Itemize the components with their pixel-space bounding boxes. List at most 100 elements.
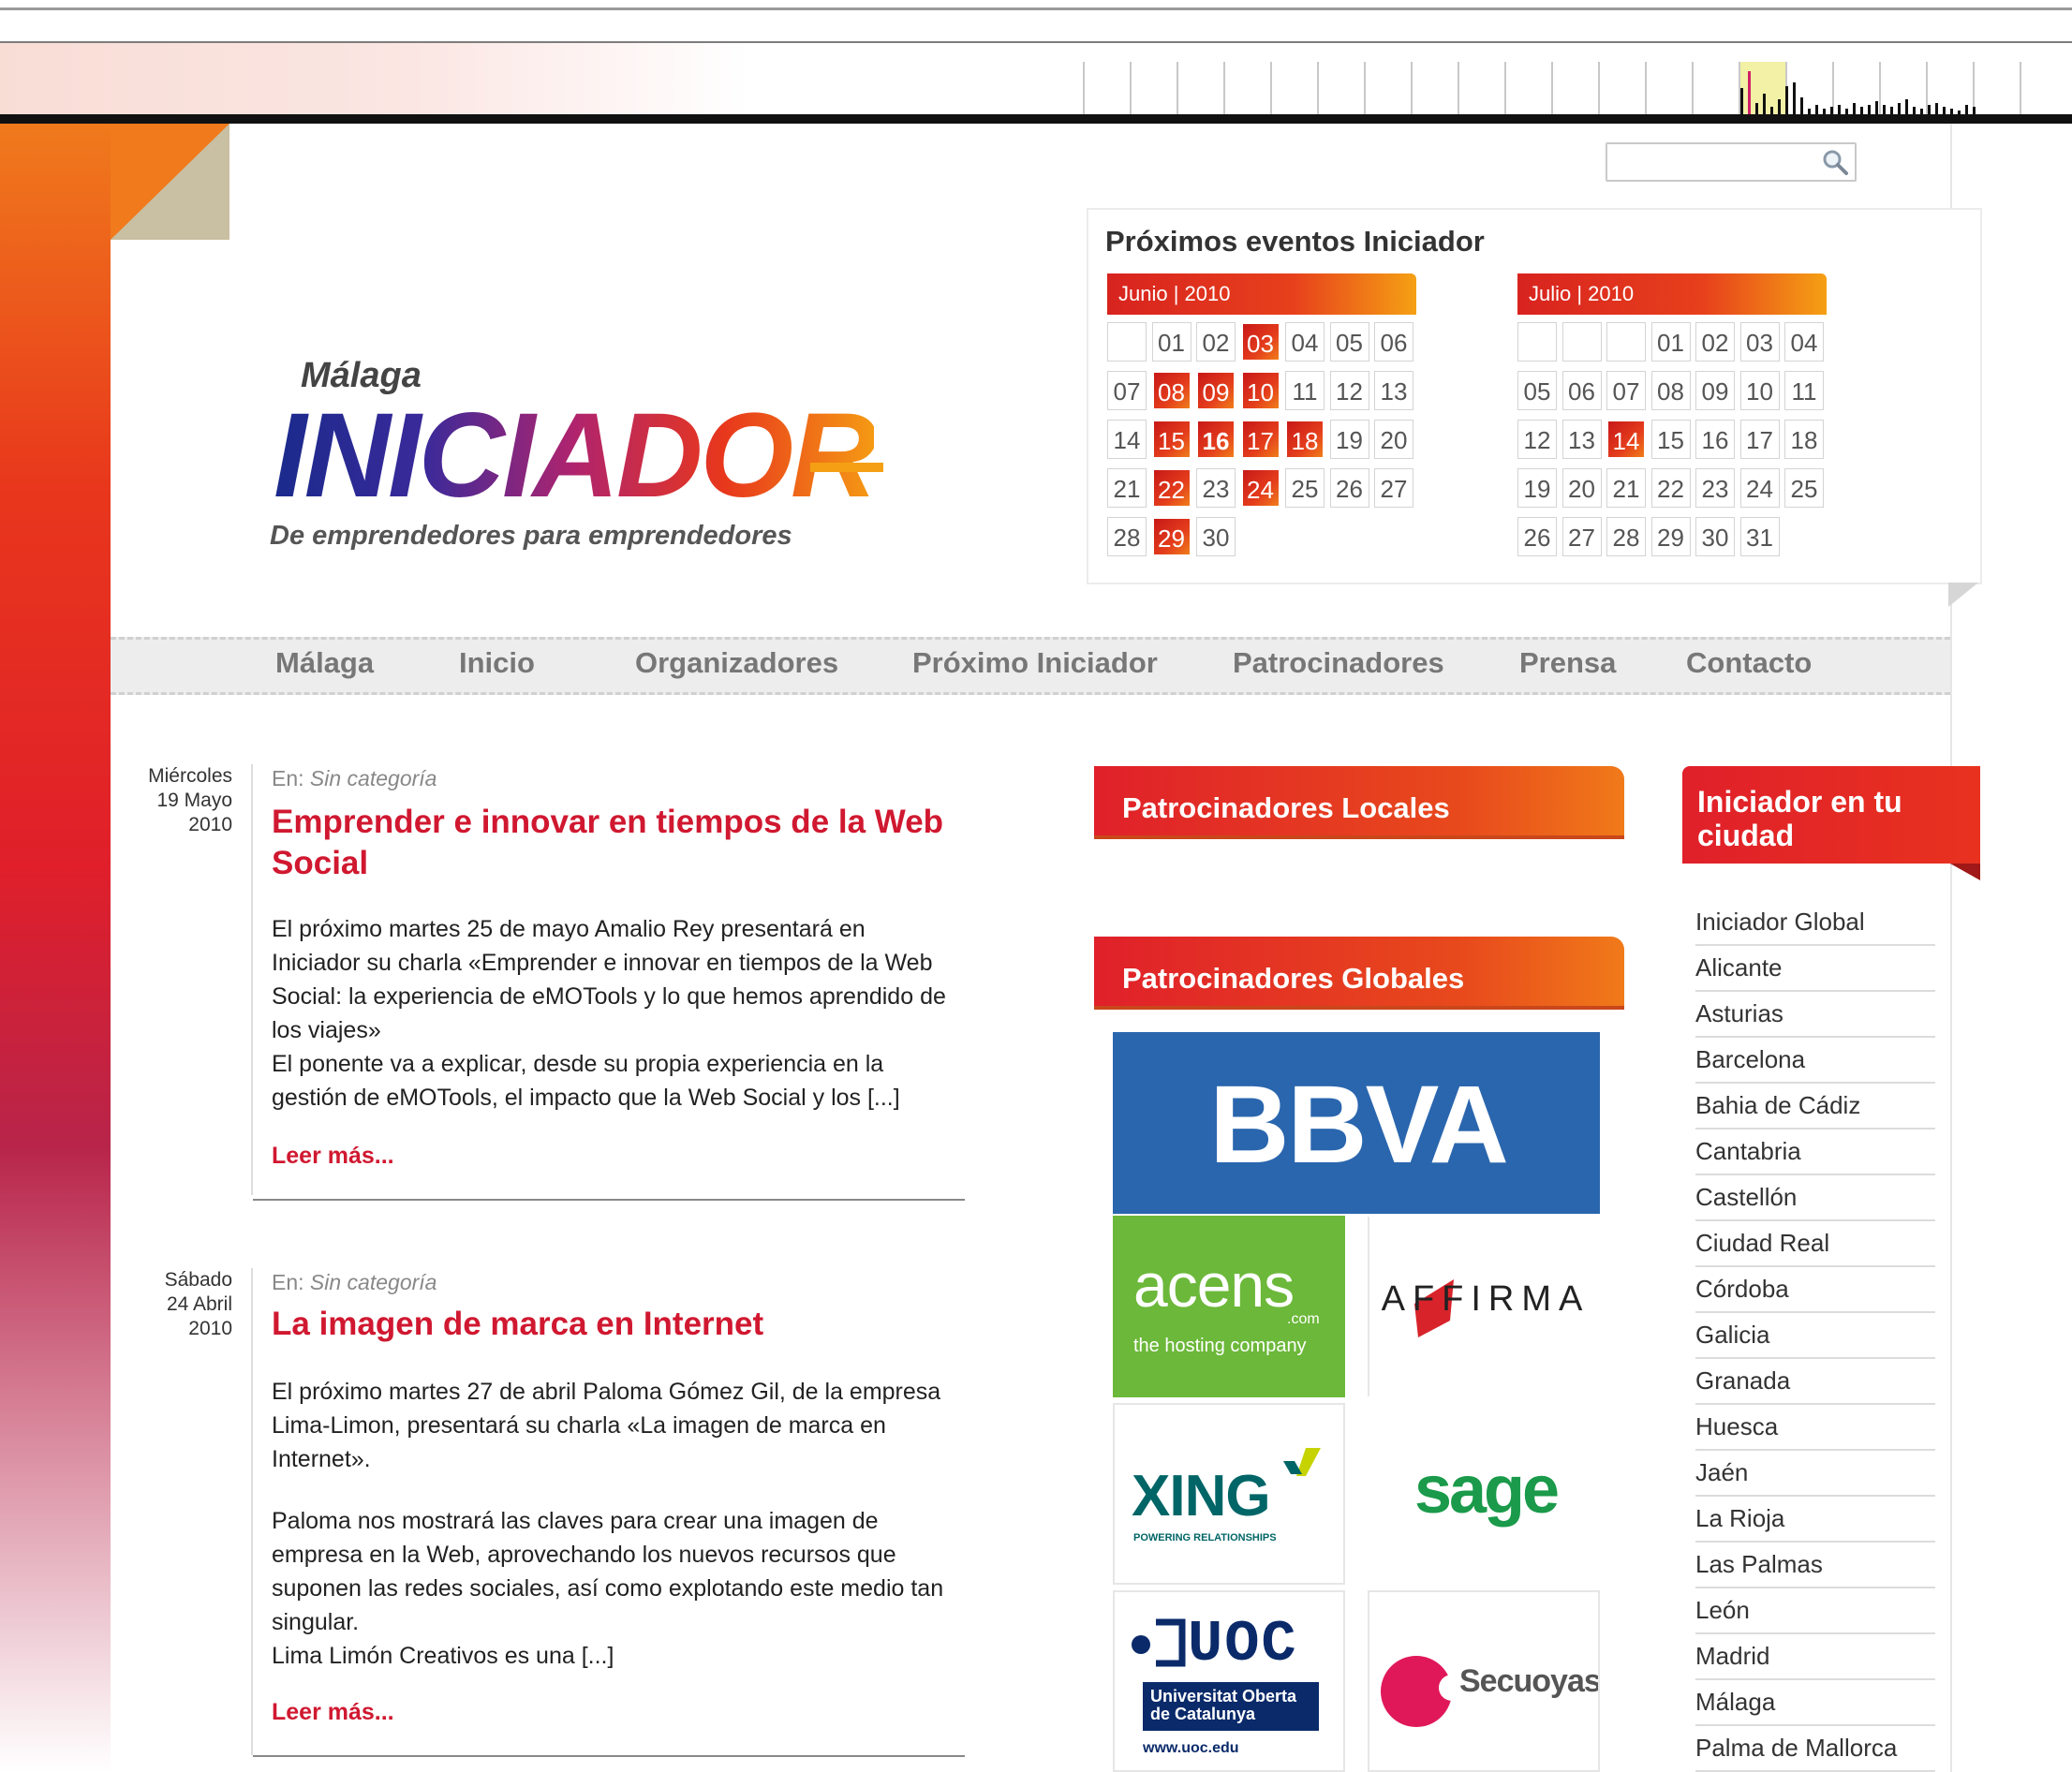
sage-logo[interactable]: sage <box>1368 1403 1600 1585</box>
calendar-event-day[interactable]: 03 <box>1240 322 1280 362</box>
sparkline-bar <box>1898 103 1901 114</box>
nav-item-organizadores[interactable]: Organizadores <box>635 642 838 684</box>
nav-item-inicio[interactable]: Inicio <box>459 642 535 684</box>
calendar-header: Junio | 2010 <box>1107 273 1416 315</box>
city-link[interactable]: Málaga <box>1695 1679 1935 1726</box>
sparkline-bar <box>1905 99 1908 114</box>
acens-logo[interactable]: acens .com the hosting company <box>1113 1216 1345 1397</box>
calendar-day: 31 <box>1739 517 1780 556</box>
post-divider <box>251 1268 253 1755</box>
sparkline-bar <box>1793 82 1796 114</box>
city-link[interactable]: Barcelona <box>1695 1037 1935 1084</box>
calendar-event-day[interactable]: 17 <box>1240 420 1280 459</box>
city-link[interactable]: Madrid <box>1695 1633 1935 1680</box>
sparkline-bar <box>1935 103 1938 114</box>
calendar-day: 04 <box>1285 322 1325 362</box>
calendar-event-day[interactable]: 22 <box>1151 468 1191 508</box>
toolbar-line <box>0 7 2072 10</box>
city-link[interactable]: Asturias <box>1695 991 1935 1038</box>
calendar-empty-cell <box>1561 322 1602 362</box>
calendar-event-day[interactable]: 09 <box>1196 371 1236 410</box>
uoc-name-box: Universitat Oberta de Catalunya <box>1143 1682 1319 1731</box>
uoc-name-2: de Catalunya <box>1150 1705 1256 1723</box>
sparkline-bar <box>1755 103 1758 114</box>
secuoyas-logo[interactable]: Secuoyas <box>1368 1590 1600 1772</box>
nav-item-contacto[interactable]: Contacto <box>1686 642 1812 684</box>
calendar-event-day[interactable]: 15 <box>1151 420 1191 459</box>
calendar-day: 06 <box>1374 322 1413 362</box>
sparkline-bar <box>1875 101 1878 114</box>
post-category-link[interactable]: Sin categoría <box>310 1270 437 1294</box>
calendar-day: 02 <box>1196 322 1236 362</box>
post-excerpt: El próximo martes 25 de mayo Amalio Rey … <box>272 912 946 1115</box>
nav-item-prensa[interactable]: Prensa <box>1519 642 1616 684</box>
search-input[interactable] <box>1613 146 1813 178</box>
sparkline-bar <box>1838 105 1841 114</box>
calendar-day: 02 <box>1695 322 1735 362</box>
search-icon[interactable] <box>1821 148 1849 176</box>
affirma-logo[interactable]: AFFIRMA <box>1368 1216 1600 1397</box>
logo-wordmark[interactable]: INICIADOR <box>274 395 877 517</box>
city-link[interactable]: Huesca <box>1695 1404 1935 1451</box>
city-link[interactable]: Córdoba <box>1695 1266 1935 1313</box>
calendar-day: 21 <box>1107 468 1147 508</box>
calendar-day: 25 <box>1285 468 1325 508</box>
events-title: Próximos eventos Iniciador <box>1105 225 1485 258</box>
city-link[interactable]: Palma de Mallorca <box>1695 1725 1935 1772</box>
city-link[interactable]: Ciudad Real <box>1695 1220 1935 1267</box>
calendar-day: 08 <box>1650 371 1691 410</box>
sparkline-bar <box>1830 107 1833 114</box>
uoc-logo[interactable]: UOC Universitat Oberta de Catalunya www.… <box>1113 1590 1345 1772</box>
sparkline-bar <box>1853 103 1856 114</box>
city-link[interactable]: Galicia <box>1695 1312 1935 1359</box>
city-link[interactable]: Jaén <box>1695 1450 1935 1497</box>
city-link[interactable]: Bahia de Cádiz <box>1695 1083 1935 1130</box>
read-more-link[interactable]: Leer más... <box>272 1699 394 1726</box>
city-link[interactable]: Granada <box>1695 1358 1935 1405</box>
city-link[interactable]: La Rioja <box>1695 1496 1935 1543</box>
calendar-day: 18 <box>1784 420 1824 459</box>
calendar-event-day[interactable]: 14 <box>1606 420 1646 459</box>
calendar-day: 19 <box>1517 468 1557 508</box>
calendar-july: Julio | 2010 01 02 03 04 05 06 07 08 09 10 11 12 13 1… <box>1517 273 1827 556</box>
sparkline-bar <box>1785 86 1788 114</box>
nav-item-patrocinadores[interactable]: Patrocinadores <box>1233 642 1444 684</box>
calendar-event-day[interactable]: 29 <box>1151 517 1191 556</box>
nav-item-proximo-iniciador[interactable]: Próximo Iniciador <box>912 642 1158 684</box>
timeline-sparkline[interactable] <box>1740 62 2021 114</box>
post-year: 2010 <box>188 814 232 835</box>
calendar-day: 05 <box>1517 371 1557 410</box>
calendar-june: Junio | 2010 01 02 03 04 05 06 07 08 09 10 11 12 13 1… <box>1107 273 1416 556</box>
timeline-tick <box>1364 62 1366 114</box>
calendar-header: Julio | 2010 <box>1517 273 1827 315</box>
calendar-day: 13 <box>1374 371 1413 410</box>
xing-x-icon <box>1283 1448 1321 1476</box>
city-link[interactable]: Las Palmas <box>1695 1542 1935 1588</box>
post-weekday: Sábado <box>164 1269 232 1291</box>
read-more-link[interactable]: Leer más... <box>272 1143 394 1170</box>
post-category-link[interactable]: Sin categoría <box>310 766 437 790</box>
sparkline-bar <box>1890 107 1893 114</box>
post-title[interactable]: Emprender e innovar en tiempos de la Web… <box>272 802 946 884</box>
calendar-event-day[interactable]: 24 <box>1240 468 1280 508</box>
timeline-tick <box>1177 62 1178 114</box>
calendar-event-day[interactable]: 10 <box>1240 371 1280 410</box>
xing-logo[interactable]: XING POWERING RELATIONSHIPS <box>1113 1403 1345 1585</box>
city-link[interactable]: Castellón <box>1695 1174 1935 1221</box>
nav-item-malaga[interactable]: Málaga <box>275 642 374 684</box>
city-link[interactable]: Iniciador Global <box>1695 899 1935 946</box>
post-date: Sábado 24 Abril 2010 <box>112 1268 232 1341</box>
logo-dash <box>810 463 883 472</box>
calendar-event-day[interactable]: 18 <box>1285 420 1325 459</box>
city-link[interactable]: Alicante <box>1695 945 1935 992</box>
city-link[interactable]: León <box>1695 1587 1935 1634</box>
city-link[interactable]: Cantabria <box>1695 1129 1935 1175</box>
post-title[interactable]: La imagen de marca en Internet <box>272 1304 946 1345</box>
calendar-empty-cell <box>1107 322 1147 362</box>
calendar-event-day[interactable]: 16 <box>1196 420 1236 459</box>
calendar-event-day[interactable]: 08 <box>1151 371 1191 410</box>
post-year: 2010 <box>188 1318 232 1339</box>
bbva-logo[interactable]: BBVA <box>1113 1032 1600 1214</box>
calendar-day: 16 <box>1695 420 1735 459</box>
calendar-day: 10 <box>1739 371 1780 410</box>
